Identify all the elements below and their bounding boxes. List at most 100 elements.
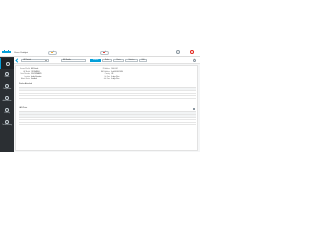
table-cell: Auto bbox=[66, 122, 78, 125]
detail-row: AP Model C9120AXI-B bbox=[19, 72, 40, 74]
detail-row: Admin Status Enabled bbox=[19, 79, 37, 81]
tab-radio[interactable]: Radio bbox=[102, 58, 112, 63]
table-cell: 0 bbox=[125, 122, 137, 125]
alert-badge[interactable]: 1 bbox=[48, 50, 57, 55]
tab-clients[interactable]: Clients bbox=[113, 58, 124, 63]
nav-item-licensing[interactable]: Licensing bbox=[0, 106, 14, 117]
table-cell: 0 bbox=[151, 95, 167, 99]
table-cell: Access bbox=[184, 122, 196, 125]
table-cell: 1 bbox=[78, 95, 93, 99]
monitor-icon bbox=[5, 72, 9, 77]
detail-key: Admin Status bbox=[21, 79, 30, 80]
device-select[interactable]: AP-Details bbox=[21, 58, 49, 63]
detail-value: 0c:d0:f8:94:19:80 bbox=[111, 71, 123, 73]
table-cell: 100 bbox=[63, 95, 78, 99]
nav-label: Licensing bbox=[4, 113, 10, 115]
table-cell: 0 bbox=[107, 95, 123, 99]
tab-statistics[interactable]: Statistics bbox=[125, 58, 138, 63]
lan-table: Port Power Counters LAN Port Status VLAN… bbox=[19, 112, 196, 125]
detail-key: Country bbox=[104, 74, 110, 75]
user-icon[interactable] bbox=[190, 50, 194, 55]
table-cell: Auto bbox=[54, 122, 67, 125]
menu-icon bbox=[5, 61, 10, 66]
table-cell: 0 bbox=[136, 122, 149, 125]
table-cell: 0 bbox=[122, 95, 137, 99]
detail-value: 10.0.0.24 bbox=[111, 69, 118, 70]
app-window: cisco Cisco Catalyst 1 1 Monitor Configu… bbox=[0, 48, 200, 152]
detail-key: Serial Number bbox=[20, 74, 30, 75]
back-arrow-icon[interactable] bbox=[15, 58, 20, 63]
toolbar-help-icon[interactable]: ? bbox=[192, 59, 196, 63]
nav-item-monitor[interactable]: Monitor bbox=[0, 70, 14, 81]
table-cell: 0 bbox=[101, 122, 114, 125]
detail-value: US bbox=[111, 74, 114, 75]
detail-row: IP Address 10.0.0.24 bbox=[99, 69, 118, 71]
detail-value: FGL2345ABCD bbox=[31, 74, 42, 75]
nav-label: Administration bbox=[2, 101, 12, 103]
nav-item-configuration[interactable]: Configuration bbox=[0, 82, 14, 93]
detail-row: Join Time 0 days 3 hrs bbox=[99, 79, 120, 81]
gear-icon bbox=[5, 84, 9, 89]
table-cell: Down bbox=[77, 122, 90, 125]
table-cell: Down bbox=[181, 95, 196, 99]
critical-badge[interactable]: 1 bbox=[100, 50, 109, 55]
table-cell: 2 bbox=[19, 95, 34, 99]
nav-item-administration[interactable]: Administration bbox=[0, 94, 14, 105]
table-row[interactable]: LAN3 Down 1 Auto Auto Down No 0 0 0 0 0 … bbox=[19, 122, 196, 125]
table-cell: 0 bbox=[172, 122, 185, 125]
detail-key: AP Model bbox=[23, 71, 30, 73]
detail-row: Country US bbox=[99, 74, 114, 76]
detail-key: Join Time bbox=[103, 79, 110, 80]
detail-value: C9120AXI-B bbox=[31, 71, 40, 73]
table-row[interactable]: 2 Disabled 5 GHz 100 1 Monitor 0 0 -98 0… bbox=[19, 95, 196, 99]
table-cell: 5 GHz bbox=[48, 95, 64, 99]
tab-lan[interactable]: LAN bbox=[139, 58, 147, 63]
help-icon[interactable] bbox=[176, 50, 180, 55]
detail-value: Enabled bbox=[31, 79, 37, 80]
critical-badge-count: 1 bbox=[105, 51, 107, 53]
table-cell: Disabled bbox=[33, 95, 49, 99]
detail-row: Serial Number FGL2345ABCD bbox=[19, 74, 42, 76]
table-cell: Monitor bbox=[92, 95, 108, 99]
device-select-value: AP-Details bbox=[23, 59, 32, 61]
license-icon bbox=[5, 108, 9, 113]
detail-key: Location bbox=[24, 76, 30, 78]
chevron-down-icon bbox=[45, 59, 47, 61]
tab-general[interactable]: General bbox=[90, 58, 101, 63]
detail-key: Up Time bbox=[104, 76, 110, 78]
detail-value: 0 days 3 hrs bbox=[111, 76, 120, 78]
top-header: cisco Cisco Catalyst 1 1 bbox=[0, 48, 200, 57]
search-input[interactable]: AP-Details bbox=[61, 58, 86, 63]
nav-item-troubleshooting[interactable]: Troubleshooting bbox=[0, 118, 14, 129]
nav-item-menu[interactable] bbox=[0, 58, 14, 69]
page-toolbar: AP-Details AP-Details General Radio Clie… bbox=[14, 57, 200, 64]
wrench-icon bbox=[5, 120, 9, 125]
detail-row: Up Time 0 days 3 hrs bbox=[99, 77, 119, 79]
table-cell: 1 bbox=[42, 122, 55, 125]
details-panel: General Profile AP-Details AP Model C912… bbox=[15, 65, 198, 151]
detail-key: MAC Address bbox=[100, 71, 110, 73]
search-value: AP-Details bbox=[63, 59, 71, 61]
table-cell: LAN3 bbox=[19, 122, 31, 125]
detail-row: MAC Address 0c:d0:f8:94:19:80 bbox=[99, 72, 123, 74]
nav-label: Troubleshooting bbox=[2, 125, 12, 127]
detail-value: 0 days 3 hrs bbox=[111, 79, 120, 80]
table-cell: 0 bbox=[113, 122, 126, 125]
table-cell: Down bbox=[30, 122, 43, 125]
ap-details: General Profile AP-Details AP Model C912… bbox=[19, 69, 197, 82]
left-navigation: Monitor Configuration Administration Lic… bbox=[0, 57, 14, 152]
detail-value: AP-Details bbox=[31, 69, 39, 70]
admin-icon bbox=[5, 96, 9, 101]
logo-text: cisco bbox=[4, 52, 9, 54]
cisco-logo[interactable]: cisco bbox=[2, 50, 11, 55]
nav-label: Monitor bbox=[4, 77, 10, 79]
table-cell: 0 bbox=[148, 122, 161, 125]
nav-label: Configuration bbox=[2, 89, 12, 91]
detail-key: General Profile bbox=[19, 69, 30, 70]
detail-row: Location default location bbox=[19, 77, 41, 79]
detail-key: IP Address bbox=[102, 69, 110, 70]
alert-badge-count: 1 bbox=[53, 51, 55, 53]
app-title: Cisco Catalyst bbox=[14, 51, 28, 54]
table-cell: No bbox=[89, 122, 102, 125]
detail-value: default location bbox=[31, 76, 42, 78]
